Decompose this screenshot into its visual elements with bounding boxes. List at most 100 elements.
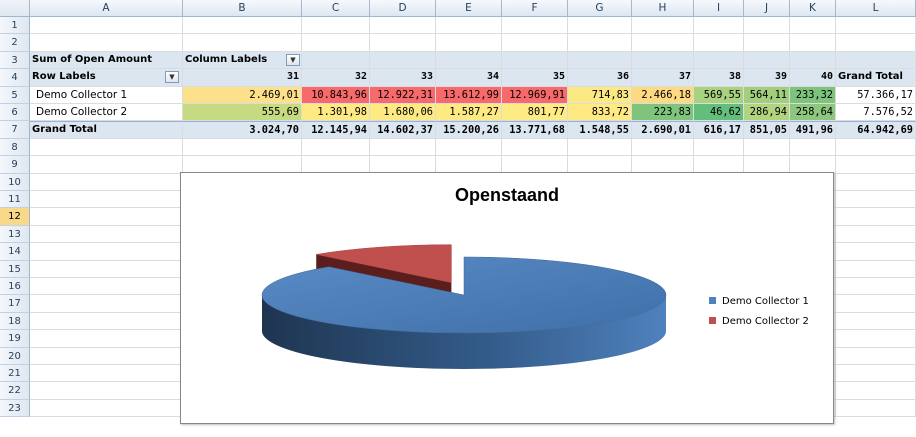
cell-i1[interactable] <box>694 17 744 35</box>
cell-b8[interactable] <box>183 138 302 157</box>
row-header-6[interactable]: 6 <box>0 104 30 122</box>
cell-k6[interactable]: 258,64 <box>790 104 836 122</box>
row-header-18[interactable]: 18 <box>0 312 30 331</box>
cell-h2[interactable] <box>632 34 694 52</box>
cell-i6[interactable]: 46,62 <box>694 104 744 122</box>
row-header-23[interactable]: 23 <box>0 399 30 418</box>
cell-b7[interactable]: 3.024,70 <box>183 121 302 139</box>
cell-i9[interactable] <box>694 156 744 174</box>
cell-e3[interactable] <box>436 51 502 70</box>
cell-i7[interactable]: 616,17 <box>694 121 744 139</box>
cell-l2[interactable] <box>836 34 916 52</box>
cell-l11[interactable] <box>836 191 916 209</box>
cell-g6[interactable]: 833,72 <box>568 104 632 122</box>
column-header-k[interactable]: K <box>790 0 836 17</box>
cell-e5[interactable]: 13.612,99 <box>436 86 502 104</box>
cell-l17[interactable] <box>836 295 916 313</box>
row-header-9[interactable]: 9 <box>0 156 30 174</box>
cell-g2[interactable] <box>568 34 632 52</box>
cell-l18[interactable] <box>836 312 916 331</box>
pie-chart[interactable]: Openstaand Demo Collector 1 Demo Collector… <box>180 172 834 424</box>
cell-g1[interactable] <box>568 17 632 35</box>
row-header-1[interactable]: 1 <box>0 17 30 35</box>
cell-l20[interactable] <box>836 347 916 365</box>
cell-e4[interactable]: 34 <box>436 69 502 87</box>
cell-a8[interactable] <box>30 138 183 157</box>
cell-l4[interactable]: Grand Total <box>836 69 916 87</box>
cell-l3[interactable] <box>836 51 916 70</box>
cell-i8[interactable] <box>694 138 744 157</box>
cell-c5[interactable]: 10.843,96 <box>302 86 370 104</box>
cell-h5[interactable]: 2.466,18 <box>632 86 694 104</box>
cell-f5[interactable]: 12.969,91 <box>502 86 568 104</box>
row-header-10[interactable]: 10 <box>0 173 30 191</box>
cell-c4[interactable]: 32 <box>302 69 370 87</box>
cell-b2[interactable] <box>183 34 302 52</box>
column-header-c[interactable]: C <box>302 0 370 17</box>
cell-l9[interactable] <box>836 156 916 174</box>
cell-e6[interactable]: 1.587,27 <box>436 104 502 122</box>
cell-j9[interactable] <box>744 156 790 174</box>
cell-a11[interactable] <box>30 191 183 209</box>
cell-e1[interactable] <box>436 17 502 35</box>
column-header-b[interactable]: B <box>183 0 302 17</box>
cell-c7[interactable]: 12.145,94 <box>302 121 370 139</box>
cell-a12[interactable] <box>30 208 183 226</box>
cell-h9[interactable] <box>632 156 694 174</box>
column-header-j[interactable]: J <box>744 0 790 17</box>
cell-k3[interactable] <box>790 51 836 70</box>
cell-j7[interactable]: 851,05 <box>744 121 790 139</box>
row-labels-filter-button[interactable]: ▼ <box>165 71 179 84</box>
cell-a2[interactable] <box>30 34 183 52</box>
cell-c2[interactable] <box>302 34 370 52</box>
cell-d3[interactable] <box>370 51 436 70</box>
column-header-e[interactable]: E <box>436 0 502 17</box>
cell-k4[interactable]: 40 <box>790 69 836 87</box>
cell-b9[interactable] <box>183 156 302 174</box>
cell-l14[interactable] <box>836 243 916 261</box>
row-header-15[interactable]: 15 <box>0 260 30 278</box>
row-header-22[interactable]: 22 <box>0 382 30 400</box>
cell-b4[interactable]: 31 <box>183 69 302 87</box>
cell-f1[interactable] <box>502 17 568 35</box>
cell-c1[interactable] <box>302 17 370 35</box>
cell-k2[interactable] <box>790 34 836 52</box>
cell-e2[interactable] <box>436 34 502 52</box>
cell-g5[interactable]: 714,83 <box>568 86 632 104</box>
row-header-8[interactable]: 8 <box>0 138 30 157</box>
cell-l8[interactable] <box>836 138 916 157</box>
cell-f7[interactable]: 13.771,68 <box>502 121 568 139</box>
cell-h3[interactable] <box>632 51 694 70</box>
cell-e8[interactable] <box>436 138 502 157</box>
column-header-g[interactable]: G <box>568 0 632 17</box>
row-header-2[interactable]: 2 <box>0 34 30 52</box>
cell-d1[interactable] <box>370 17 436 35</box>
row-header-19[interactable]: 19 <box>0 330 30 348</box>
row-header-16[interactable]: 16 <box>0 278 30 296</box>
cell-j6[interactable]: 286,94 <box>744 104 790 122</box>
cell-l1[interactable] <box>836 17 916 35</box>
cell-a3[interactable]: Sum of Open Amount <box>30 51 183 70</box>
cell-i4[interactable]: 38 <box>694 69 744 87</box>
cell-h7[interactable]: 2.690,01 <box>632 121 694 139</box>
cell-b1[interactable] <box>183 17 302 35</box>
cell-l7[interactable]: 64.942,69 <box>836 121 916 139</box>
cell-k5[interactable]: 233,32 <box>790 86 836 104</box>
cell-a1[interactable] <box>30 17 183 35</box>
cell-a4[interactable]: Row Labels <box>30 69 183 87</box>
cell-a15[interactable] <box>30 260 183 278</box>
row-header-12[interactable]: 12 <box>0 208 30 226</box>
cell-d7[interactable]: 14.602,37 <box>370 121 436 139</box>
cell-b6[interactable]: 555,69 <box>183 104 302 122</box>
cell-f6[interactable]: 801,77 <box>502 104 568 122</box>
row-header-14[interactable]: 14 <box>0 243 30 261</box>
cell-a9[interactable] <box>30 156 183 174</box>
worksheet[interactable]: A B C D E F G H I J K L 1 2 3 Sum of Open Amount Column … <box>0 0 916 437</box>
cell-e7[interactable]: 15.200,26 <box>436 121 502 139</box>
cell-a14[interactable] <box>30 243 183 261</box>
cell-g9[interactable] <box>568 156 632 174</box>
cell-l21[interactable] <box>836 365 916 383</box>
cell-g4[interactable]: 36 <box>568 69 632 87</box>
cell-b5[interactable]: 2.469,01 <box>183 86 302 104</box>
cell-a22[interactable] <box>30 382 183 400</box>
